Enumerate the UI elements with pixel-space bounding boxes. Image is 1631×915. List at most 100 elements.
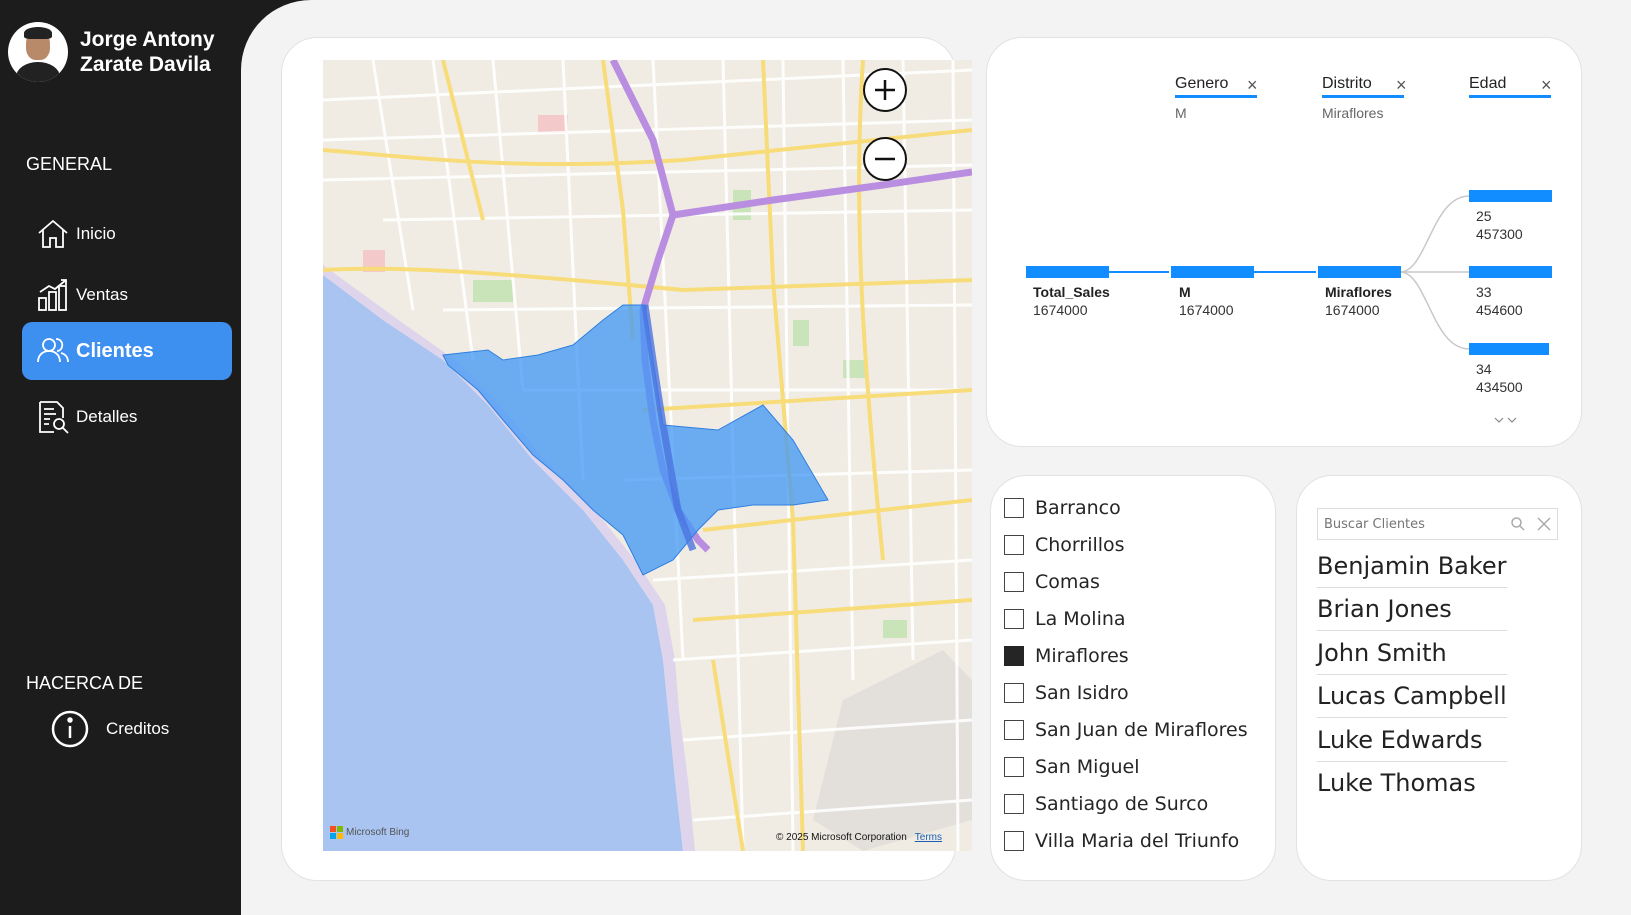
slicer-item-label: San Juan de Miraflores: [1035, 719, 1248, 741]
home-icon: [38, 219, 68, 248]
checkbox[interactable]: [1004, 794, 1024, 814]
slicer-item-label: Villa Maria del Triunfo: [1035, 830, 1240, 852]
nav-item-inicio[interactable]: Inicio: [22, 205, 232, 263]
slicer-item-label: San Isidro: [1035, 682, 1129, 704]
tree-node-bar[interactable]: [1469, 266, 1552, 278]
avatar: [8, 22, 68, 82]
microsoft-logo-icon: [330, 826, 343, 839]
tree-node: Total_Sales 1674000: [1033, 283, 1110, 319]
chevron-down-icon[interactable]: [1494, 417, 1517, 423]
tree-node-value: 1674000: [1179, 302, 1234, 318]
slicer-item-label: Chorrillos: [1035, 534, 1125, 556]
map-view[interactable]: Microsoft Bing © 2025 Microsoft Corporat…: [323, 60, 972, 851]
tree-node-name: 33: [1476, 284, 1492, 300]
zoom-in-button[interactable]: [863, 68, 907, 112]
checkbox[interactable]: [1004, 498, 1024, 518]
list-item[interactable]: Lucas Campbell: [1317, 674, 1507, 718]
nav-item-label: Ventas: [76, 285, 128, 304]
checkbox[interactable]: [1004, 757, 1024, 777]
list-item[interactable]: Brian Jones: [1317, 587, 1507, 631]
slicer-item[interactable]: Chorrillos: [1004, 534, 1125, 556]
list-item[interactable]: Luke Edwards: [1317, 718, 1507, 762]
district-slicer-card: Barranco Chorrillos Comas La Molina Mira…: [990, 475, 1276, 881]
list-item[interactable]: Luke Thomas: [1317, 761, 1507, 805]
nav-item-creditos[interactable]: Creditos: [36, 700, 246, 758]
slicer-item[interactable]: Barranco: [1004, 497, 1121, 519]
slicer-item[interactable]: San Juan de Miraflores: [1004, 719, 1248, 741]
slicer-item[interactable]: Villa Maria del Triunfo: [1004, 830, 1239, 852]
checkbox[interactable]: [1004, 720, 1024, 740]
tree-node: Miraflores 1674000: [1325, 283, 1392, 319]
terms-link[interactable]: Terms: [915, 832, 942, 843]
slicer-item-label: San Miguel: [1035, 756, 1140, 778]
search-box[interactable]: [1317, 508, 1558, 540]
checkbox[interactable]: [1004, 609, 1024, 629]
slicer-item[interactable]: San Miguel: [1004, 756, 1140, 778]
main-area: Microsoft Bing © 2025 Microsoft Corporat…: [241, 0, 1631, 915]
tree-node-value: 1674000: [1033, 302, 1088, 318]
slicer-item[interactable]: Santiago de Surco: [1004, 793, 1208, 815]
section-title-general: GENERAL: [26, 154, 113, 174]
tree-node-bar[interactable]: [1469, 190, 1552, 202]
section-title-about: HACERCA DE: [26, 673, 144, 693]
tree-node-name: 25: [1476, 208, 1492, 224]
tree-node-name: Total_Sales: [1033, 284, 1110, 300]
slicer-item-label: Santiago de Surco: [1035, 793, 1209, 815]
tree-node-bar[interactable]: [1026, 266, 1109, 278]
tree-node-bar[interactable]: [1469, 343, 1549, 355]
checkbox[interactable]: [1004, 535, 1024, 555]
search-input[interactable]: [1324, 516, 1504, 532]
slicer-item-label: Barranco: [1035, 497, 1121, 519]
client-list-card: Benjamin Baker Brian Jones John Smith Lu…: [1296, 475, 1582, 881]
users-icon: [37, 338, 69, 363]
checkbox-checked[interactable]: [1004, 646, 1024, 666]
nav-item-label: Clientes: [76, 339, 154, 362]
user-name-line2: Zarate Davila: [80, 53, 211, 76]
zoom-out-button[interactable]: [863, 137, 907, 181]
nav-item-label: Detalles: [76, 407, 138, 426]
list-item[interactable]: John Smith: [1317, 631, 1507, 675]
nav-item-clientes[interactable]: Clientes: [22, 322, 232, 380]
slicer-item[interactable]: Comas: [1004, 571, 1100, 593]
tree-node-name: Miraflores: [1325, 284, 1392, 300]
slicer-item[interactable]: San Isidro: [1004, 682, 1129, 704]
slicer-item[interactable]: La Molina: [1004, 608, 1126, 630]
tree-node-value: 454600: [1476, 302, 1523, 318]
slicer-item-label: Comas: [1035, 571, 1100, 593]
checkbox[interactable]: [1004, 831, 1024, 851]
tree-node-value: 457300: [1476, 226, 1523, 242]
tree-node-name: 34: [1476, 361, 1492, 377]
user-name: Jorge Antony Zarate Davila: [80, 27, 215, 77]
decomposition-tree-card: Genero × M Distrito × Miraflores Edad ×: [986, 37, 1582, 447]
list-item[interactable]: Benjamin Baker: [1317, 544, 1507, 588]
nav-item-label: Inicio: [76, 224, 116, 243]
tree-node-bar[interactable]: [1171, 266, 1254, 278]
user-profile: Jorge Antony Zarate Davila: [8, 22, 215, 82]
checkbox[interactable]: [1004, 572, 1024, 592]
copyright-text: © 2025 Microsoft Corporation: [776, 832, 907, 843]
bing-logo: Microsoft Bing: [330, 826, 409, 839]
nav-item-detalles[interactable]: Detalles: [22, 388, 232, 446]
tree-node: 34 434500: [1476, 360, 1523, 396]
tree-node-value: 434500: [1476, 379, 1523, 395]
tree-node: 25 457300: [1476, 207, 1523, 243]
bar-chart-icon: [38, 279, 67, 311]
clear-icon[interactable]: [1536, 516, 1552, 532]
slicer-item-label: La Molina: [1035, 608, 1126, 630]
tree-node-value: 1674000: [1325, 302, 1380, 318]
checkbox[interactable]: [1004, 683, 1024, 703]
tree-node: M 1674000: [1179, 283, 1234, 319]
document-search-icon: [39, 401, 69, 434]
map-attribution: © 2025 Microsoft Corporation Terms: [776, 832, 942, 843]
tree-node-name: M: [1179, 284, 1191, 300]
map-card: Microsoft Bing © 2025 Microsoft Corporat…: [281, 37, 972, 881]
nav-item-ventas[interactable]: Ventas: [22, 266, 232, 324]
slicer-item[interactable]: Miraflores: [1004, 645, 1129, 667]
app-window: Jorge Antony Zarate Davila GENERAL Inici…: [0, 0, 1631, 915]
search-icon[interactable]: [1510, 516, 1526, 532]
tree-node-bar[interactable]: [1318, 266, 1401, 278]
minus-icon: [875, 157, 895, 161]
info-icon: [51, 710, 89, 748]
plus-icon: [875, 80, 895, 100]
tree-node: 33 454600: [1476, 283, 1523, 319]
